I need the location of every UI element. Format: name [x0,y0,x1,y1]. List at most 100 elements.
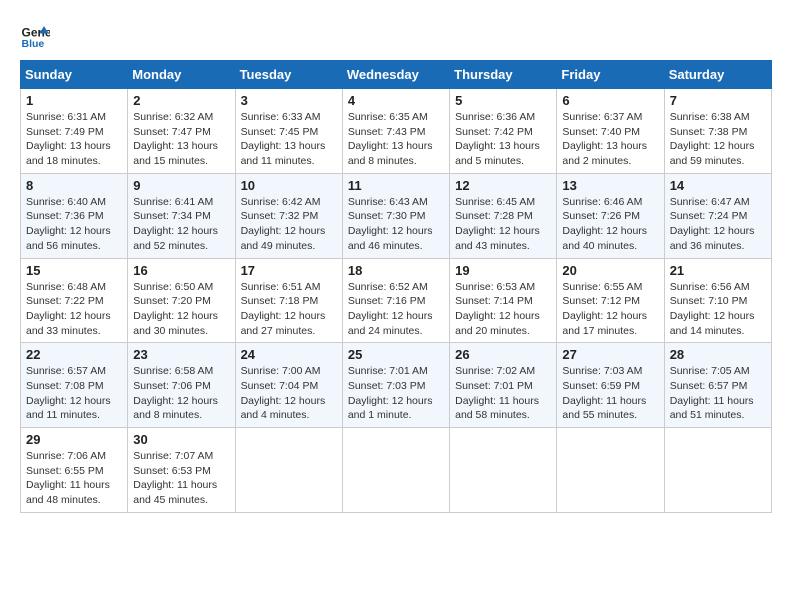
day-detail: Sunrise: 6:48 AMSunset: 7:22 PMDaylight:… [26,280,122,339]
day-number: 1 [26,93,122,108]
day-number: 8 [26,178,122,193]
day-number: 5 [455,93,551,108]
calendar-cell [557,428,664,513]
day-detail: Sunrise: 6:32 AMSunset: 7:47 PMDaylight:… [133,110,229,169]
column-header-tuesday: Tuesday [235,61,342,89]
day-number: 11 [348,178,444,193]
day-number: 26 [455,347,551,362]
day-number: 30 [133,432,229,447]
calendar-cell: 11 Sunrise: 6:43 AMSunset: 7:30 PMDayligh… [342,173,449,258]
column-header-wednesday: Wednesday [342,61,449,89]
calendar-week-4: 22Sunrise: 6:57 AMSunset: 7:08 PMDayligh… [21,343,772,428]
day-detail: Sunrise: 6:46 AMSunset: 7:26 PMDaylight:… [562,195,658,254]
day-detail: Sunrise: 6:36 AMSunset: 7:42 PMDaylight:… [455,110,551,169]
day-number: 21 [670,263,766,278]
calendar-cell: 22Sunrise: 6:57 AMSunset: 7:08 PMDayligh… [21,343,128,428]
day-detail: Sunrise: 6:58 AMSunset: 7:06 PMDaylight:… [133,364,229,423]
day-detail: Sunrise: 7:00 AMSunset: 7:04 PMDaylight:… [241,364,337,423]
calendar-cell: 27Sunrise: 7:03 AMSunset: 6:59 PMDayligh… [557,343,664,428]
page-header: General Blue [20,20,772,50]
calendar-cell: 14Sunrise: 6:47 AMSunset: 7:24 PMDayligh… [664,173,771,258]
calendar-cell [664,428,771,513]
calendar-cell: 28Sunrise: 7:05 AMSunset: 6:57 PMDayligh… [664,343,771,428]
day-detail: Sunrise: 6:42 AMSunset: 7:32 PMDaylight:… [241,195,337,254]
day-detail: Sunrise: 7:02 AMSunset: 7:01 PMDaylight:… [455,364,551,423]
logo: General Blue [20,20,50,50]
day-number: 12 [455,178,551,193]
day-number: 19 [455,263,551,278]
day-number: 20 [562,263,658,278]
calendar-cell: 29 Sunrise: 7:06 AMSunset: 6:55 PMDayligh… [21,428,128,513]
column-header-sunday: Sunday [21,61,128,89]
svg-text:Blue: Blue [22,38,45,50]
day-detail: Sunrise: 6:43 AMSunset: 7:30 PMDaylight:… [348,195,444,254]
calendar-cell: 25Sunrise: 7:01 AMSunset: 7:03 PMDayligh… [342,343,449,428]
day-number: 3 [241,93,337,108]
calendar-cell: 30Sunrise: 7:07 AMSunset: 6:53 PMDayligh… [128,428,235,513]
day-detail: Sunrise: 6:37 AMSunset: 7:40 PMDaylight:… [562,110,658,169]
calendar-cell: 17 Sunrise: 6:51 AMSunset: 7:18 PMDayligh… [235,258,342,343]
day-detail: Sunrise: 6:55 AMSunset: 7:12 PMDaylight:… [562,280,658,339]
calendar-cell: 26 Sunrise: 7:02 AMSunset: 7:01 PMDayligh… [450,343,557,428]
calendar-week-2: 8 Sunrise: 6:40 AMSunset: 7:36 PMDaylight… [21,173,772,258]
calendar-cell: 21 Sunrise: 6:56 AMSunset: 7:10 PMDayligh… [664,258,771,343]
calendar-cell: 23 Sunrise: 6:58 AMSunset: 7:06 PMDayligh… [128,343,235,428]
calendar-cell: 24 Sunrise: 7:00 AMSunset: 7:04 PMDayligh… [235,343,342,428]
calendar-cell: 6 Sunrise: 6:37 AMSunset: 7:40 PMDaylight… [557,89,664,174]
day-detail: Sunrise: 6:31 AMSunset: 7:49 PMDaylight:… [26,110,122,169]
calendar-week-5: 29 Sunrise: 7:06 AMSunset: 6:55 PMDayligh… [21,428,772,513]
day-number: 16 [133,263,229,278]
calendar-cell: 13 Sunrise: 6:46 AMSunset: 7:26 PMDayligh… [557,173,664,258]
calendar-cell [450,428,557,513]
calendar-cell: 12 Sunrise: 6:45 AMSunset: 7:28 PMDayligh… [450,173,557,258]
calendar-cell: 2 Sunrise: 6:32 AMSunset: 7:47 PMDaylight… [128,89,235,174]
day-number: 4 [348,93,444,108]
day-detail: Sunrise: 6:56 AMSunset: 7:10 PMDaylight:… [670,280,766,339]
calendar-week-1: 1 Sunrise: 6:31 AMSunset: 7:49 PMDaylight… [21,89,772,174]
calendar-cell: 3Sunrise: 6:33 AMSunset: 7:45 PMDaylight… [235,89,342,174]
calendar-header-row: SundayMondayTuesdayWednesdayThursdayFrid… [21,61,772,89]
calendar-cell: 9 Sunrise: 6:41 AMSunset: 7:34 PMDaylight… [128,173,235,258]
column-header-thursday: Thursday [450,61,557,89]
day-detail: Sunrise: 6:41 AMSunset: 7:34 PMDaylight:… [133,195,229,254]
day-detail: Sunrise: 6:52 AMSunset: 7:16 PMDaylight:… [348,280,444,339]
day-number: 2 [133,93,229,108]
day-detail: Sunrise: 6:57 AMSunset: 7:08 PMDaylight:… [26,364,122,423]
day-number: 7 [670,93,766,108]
day-number: 9 [133,178,229,193]
day-detail: Sunrise: 6:45 AMSunset: 7:28 PMDaylight:… [455,195,551,254]
calendar-cell [235,428,342,513]
day-number: 24 [241,347,337,362]
day-number: 6 [562,93,658,108]
calendar-cell: 8 Sunrise: 6:40 AMSunset: 7:36 PMDaylight… [21,173,128,258]
day-detail: Sunrise: 6:53 AMSunset: 7:14 PMDaylight:… [455,280,551,339]
column-header-friday: Friday [557,61,664,89]
calendar-cell: 10 Sunrise: 6:42 AMSunset: 7:32 PMDayligh… [235,173,342,258]
day-detail: Sunrise: 6:51 AMSunset: 7:18 PMDaylight:… [241,280,337,339]
day-number: 17 [241,263,337,278]
calendar-cell: 15 Sunrise: 6:48 AMSunset: 7:22 PMDayligh… [21,258,128,343]
calendar-cell: 19 Sunrise: 6:53 AMSunset: 7:14 PMDayligh… [450,258,557,343]
day-number: 10 [241,178,337,193]
day-number: 15 [26,263,122,278]
day-detail: Sunrise: 6:35 AMSunset: 7:43 PMDaylight:… [348,110,444,169]
day-number: 29 [26,432,122,447]
day-number: 28 [670,347,766,362]
day-detail: Sunrise: 6:50 AMSunset: 7:20 PMDaylight:… [133,280,229,339]
day-number: 27 [562,347,658,362]
calendar-cell: 20 Sunrise: 6:55 AMSunset: 7:12 PMDayligh… [557,258,664,343]
column-header-monday: Monday [128,61,235,89]
calendar-cell [342,428,449,513]
day-number: 18 [348,263,444,278]
calendar-cell: 7 Sunrise: 6:38 AMSunset: 7:38 PMDaylight… [664,89,771,174]
calendar-cell: 5 Sunrise: 6:36 AMSunset: 7:42 PMDaylight… [450,89,557,174]
day-number: 13 [562,178,658,193]
day-number: 23 [133,347,229,362]
calendar-cell: 16 Sunrise: 6:50 AMSunset: 7:20 PMDayligh… [128,258,235,343]
calendar-cell: 4 Sunrise: 6:35 AMSunset: 7:43 PMDaylight… [342,89,449,174]
day-detail: Sunrise: 7:01 AMSunset: 7:03 PMDaylight:… [348,364,444,423]
day-detail: Sunrise: 7:06 AMSunset: 6:55 PMDaylight:… [26,449,122,508]
day-number: 14 [670,178,766,193]
day-detail: Sunrise: 6:38 AMSunset: 7:38 PMDaylight:… [670,110,766,169]
day-detail: Sunrise: 6:40 AMSunset: 7:36 PMDaylight:… [26,195,122,254]
